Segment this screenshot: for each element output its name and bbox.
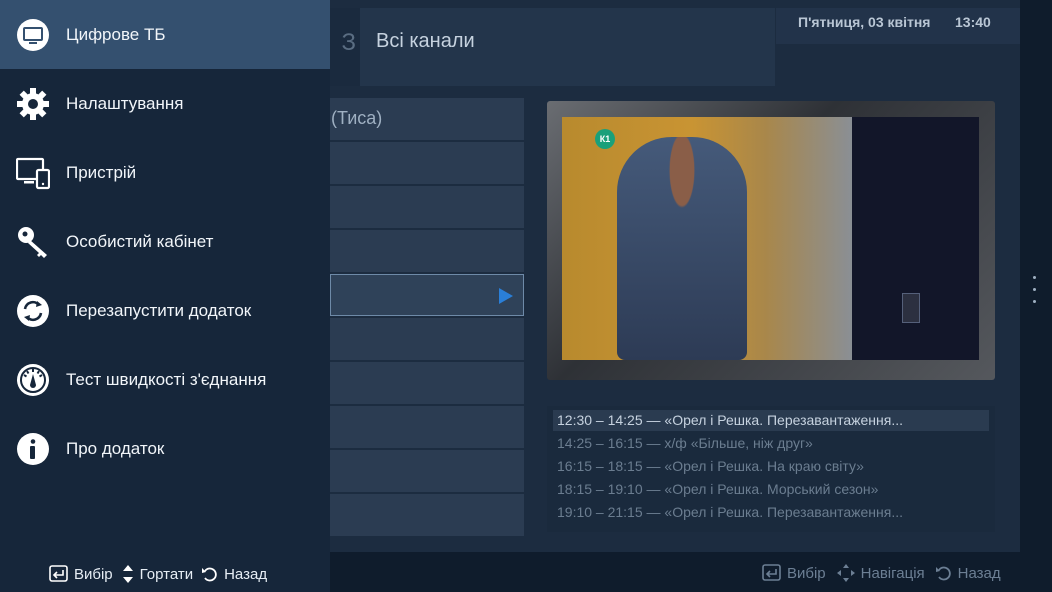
play-icon bbox=[499, 288, 513, 304]
tab-all-channels[interactable]: Всі канали bbox=[360, 8, 775, 86]
epg-row-current[interactable]: 12:30 – 14:25 — «Орел і Решка. Перезаван… bbox=[553, 410, 989, 431]
menu-label-about: Про додаток bbox=[66, 438, 165, 458]
date-label: П'ятниця, 03 квітня bbox=[798, 14, 931, 30]
video-preview[interactable]: К1 bbox=[562, 117, 979, 360]
enter-icon bbox=[762, 564, 782, 582]
channel-row[interactable] bbox=[330, 494, 524, 536]
hint-select-label: Вибір bbox=[787, 564, 826, 582]
hint-select: Вибір bbox=[762, 564, 826, 582]
channel-row[interactable] bbox=[330, 450, 524, 492]
epg-row[interactable]: 14:25 – 16:15 — х/ф «Більше, ніж друг» bbox=[553, 433, 989, 454]
hint-back: Назад bbox=[935, 564, 1001, 582]
tv-icon bbox=[16, 18, 50, 52]
channel-row[interactable] bbox=[330, 362, 524, 404]
time-label: 13:40 bbox=[955, 14, 991, 30]
more-options-icon[interactable] bbox=[1033, 276, 1037, 312]
channel-name: (Тиса) bbox=[331, 108, 383, 128]
menu-label-device: Пристрій bbox=[66, 162, 137, 182]
channel-row[interactable] bbox=[330, 186, 524, 228]
epg-row[interactable]: 16:15 – 18:15 — «Орел і Решка. На краю с… bbox=[553, 456, 989, 477]
hint-back-label: Назад bbox=[957, 564, 1001, 582]
channel-row-selected[interactable] bbox=[330, 274, 524, 316]
hint-select: Вибір bbox=[49, 565, 113, 583]
channel-row[interactable]: (Тиса) bbox=[330, 98, 524, 140]
menu-item-device[interactable]: Пристрій bbox=[0, 138, 330, 207]
hint-scroll: Гортати bbox=[121, 564, 193, 584]
menu-label-speed-test: Тест швидкості з'єднання bbox=[66, 369, 267, 389]
menu-label-restart: Перезапустити додаток bbox=[66, 300, 252, 320]
video-scene-door bbox=[852, 117, 979, 360]
screen: З Всі канали П'ятниця, 03 квітня 13:40 (… bbox=[0, 0, 1052, 592]
channel-row[interactable] bbox=[330, 230, 524, 272]
date-time-bar: П'ятниця, 03 квітня 13:40 bbox=[776, 8, 1020, 44]
speedometer-icon bbox=[16, 363, 50, 397]
channel-row[interactable] bbox=[330, 142, 524, 184]
hint-navigation: Навігація bbox=[836, 563, 925, 583]
menu-item-about[interactable]: Про додаток bbox=[0, 414, 330, 483]
channel-list: (Тиса) bbox=[330, 98, 524, 538]
devices-icon bbox=[16, 156, 50, 190]
menu-label-settings: Налаштування bbox=[66, 93, 184, 113]
video-scene-device bbox=[902, 293, 920, 323]
hint-back-label: Назад bbox=[224, 565, 268, 583]
gear-icon bbox=[16, 87, 50, 121]
dpad-icon bbox=[836, 563, 856, 583]
menu-item-restart[interactable]: Перезапустити додаток bbox=[0, 276, 330, 345]
channel-row[interactable] bbox=[330, 406, 524, 448]
info-icon bbox=[16, 432, 50, 466]
hint-scroll-label: Гортати bbox=[139, 565, 194, 583]
up-down-icon bbox=[121, 564, 135, 584]
enter-icon bbox=[49, 565, 69, 583]
tab-partial-label: З bbox=[341, 29, 357, 56]
menu-item-speed-test[interactable]: Тест швидкості з'єднання bbox=[0, 345, 330, 414]
back-icon bbox=[935, 564, 953, 582]
menu-label-digital-tv: Цифрове ТБ bbox=[66, 24, 166, 44]
drawer-footer-hints: Вибір Гортати Назад bbox=[49, 563, 267, 585]
epg-row[interactable]: 19:10 – 21:15 — «Орел і Решка. Перезаван… bbox=[553, 502, 989, 523]
footer-hints: Вибір Навігація Назад bbox=[762, 562, 1001, 584]
hint-select-label: Вибір bbox=[74, 565, 113, 583]
menu-item-settings[interactable]: Налаштування bbox=[0, 69, 330, 138]
menu-item-digital-tv[interactable]: Цифрове ТБ bbox=[0, 0, 330, 69]
video-scene-person bbox=[617, 137, 747, 360]
key-icon bbox=[16, 225, 50, 259]
channel-row[interactable] bbox=[330, 318, 524, 360]
menu-label-account: Особистий кабінет bbox=[66, 231, 214, 251]
navigation-drawer: Цифрове ТБ Налаштування Пристрій Особист… bbox=[0, 0, 330, 592]
menu-item-account[interactable]: Особистий кабінет bbox=[0, 207, 330, 276]
epg-row[interactable]: 18:15 – 19:10 — «Орел і Решка. Морський … bbox=[553, 479, 989, 500]
channel-logo: К1 bbox=[595, 129, 615, 149]
back-icon bbox=[201, 565, 219, 583]
restart-icon bbox=[16, 294, 50, 328]
hint-navigation-label: Навігація bbox=[860, 564, 925, 582]
tab-all-channels-label: Всі канали bbox=[376, 30, 475, 52]
hint-back: Назад bbox=[201, 565, 267, 583]
epg-panel: 12:30 – 14:25 — «Орел і Решка. Перезаван… bbox=[547, 406, 995, 532]
